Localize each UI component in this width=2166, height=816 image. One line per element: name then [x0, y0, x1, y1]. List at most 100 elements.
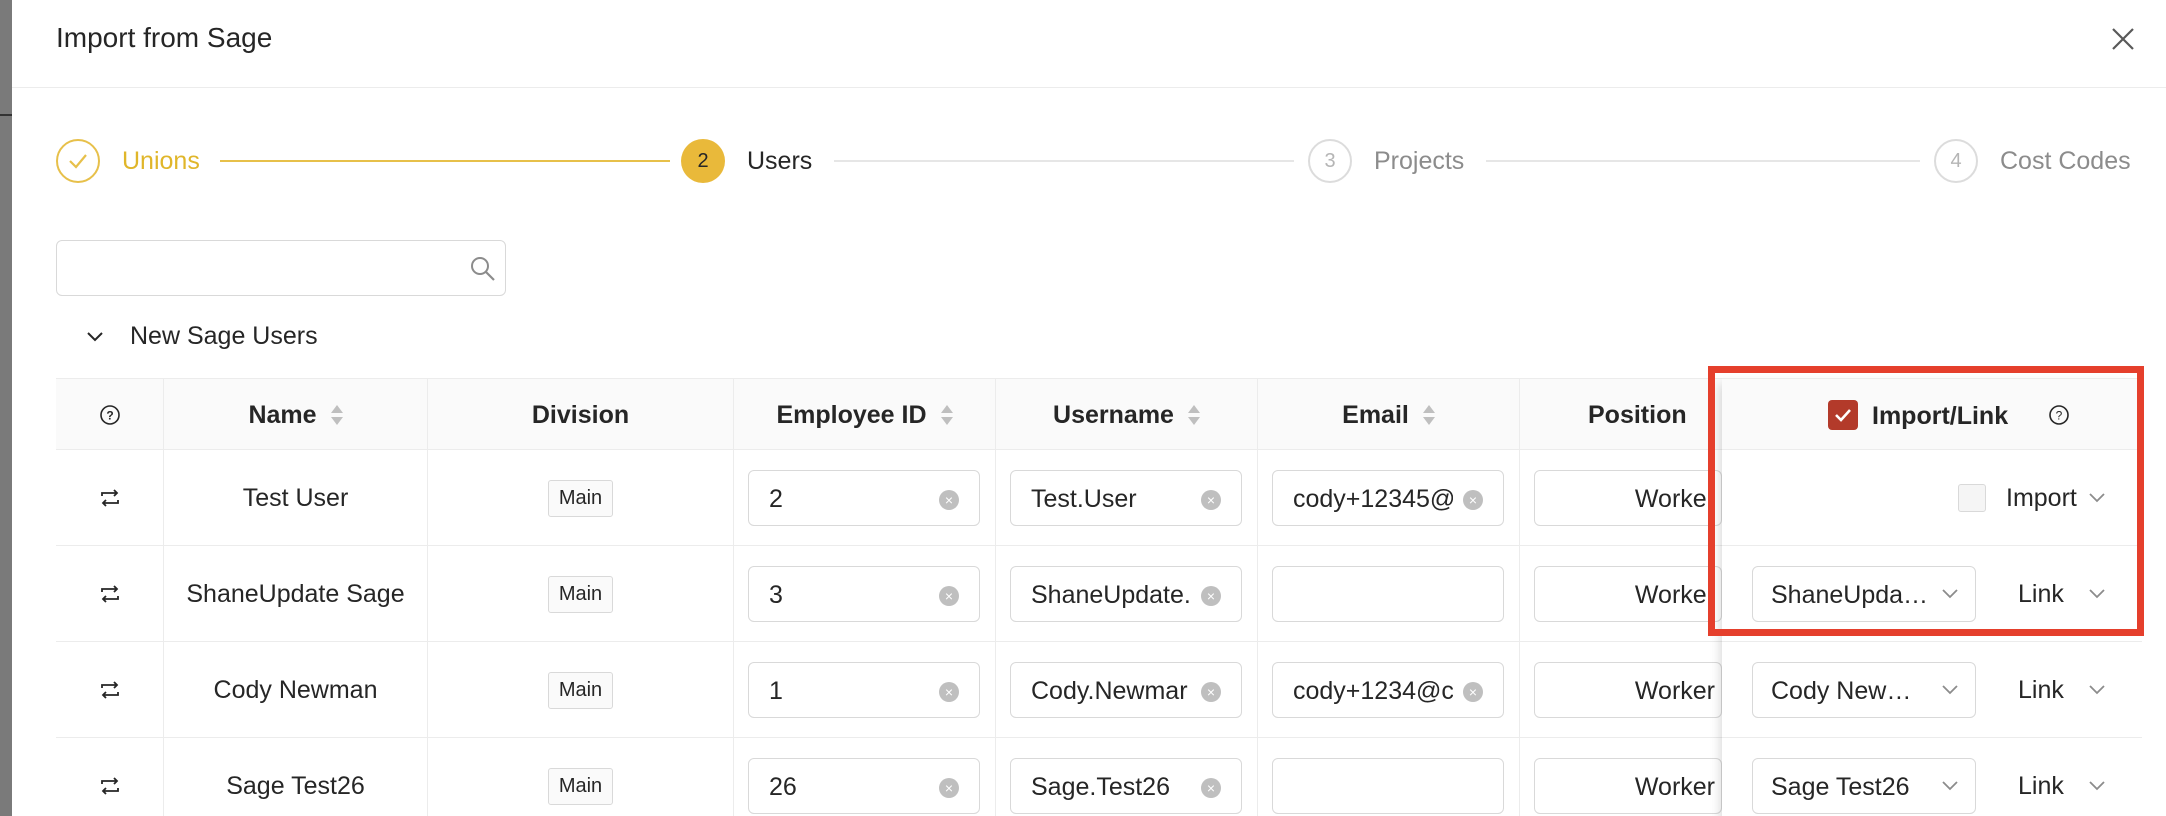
position-cell: Worker: [1520, 546, 1722, 642]
division-tag: Main: [547, 479, 614, 517]
clear-icon[interactable]: ×: [939, 778, 959, 798]
username-input[interactable]: Cody.Newmar ×: [1010, 662, 1242, 718]
input-value: Worker: [1634, 581, 1715, 609]
clear-icon[interactable]: ×: [1201, 490, 1221, 510]
help-circle-icon[interactable]: ?: [2048, 404, 2070, 426]
clear-icon[interactable]: ×: [939, 586, 959, 606]
repeat-icon[interactable]: [56, 642, 164, 738]
position-select[interactable]: Worker: [1534, 758, 1722, 814]
employee-id-input[interactable]: 1 ×: [748, 662, 980, 718]
username-cell: Test.User ×: [996, 450, 1258, 546]
sort-icon[interactable]: [940, 404, 953, 426]
position-select[interactable]: Worker: [1534, 566, 1722, 622]
sort-icon[interactable]: [1187, 404, 1200, 426]
clear-icon[interactable]: ×: [939, 682, 959, 702]
input-value: 3: [769, 581, 783, 609]
close-icon[interactable]: [2108, 24, 2138, 54]
name-cell: ShaneUpdate Sage: [164, 546, 428, 642]
repeat-icon[interactable]: [56, 738, 164, 816]
import-link-cell: ShaneUpda… Link: [1722, 546, 2142, 642]
modal-header: Import from Sage: [12, 0, 2166, 88]
employee-id-input[interactable]: 26 ×: [748, 758, 980, 814]
email-input[interactable]: cody+12345@ ×: [1272, 470, 1504, 526]
input-value: 26: [769, 773, 797, 801]
position-select[interactable]: Worker: [1534, 662, 1722, 718]
import-link-header: Import/Link ?: [1722, 378, 2142, 450]
email-input[interactable]: cody+1234@c ×: [1272, 662, 1504, 718]
repeat-icon[interactable]: [56, 450, 164, 546]
clear-icon[interactable]: ×: [1463, 490, 1483, 510]
svg-text:?: ?: [2056, 409, 2063, 423]
search-icon[interactable]: [469, 255, 497, 283]
username-column-header[interactable]: Username: [996, 379, 1258, 451]
email-column-header[interactable]: Email: [1258, 379, 1520, 451]
name-column-header[interactable]: Name: [164, 379, 428, 451]
step-cost-codes[interactable]: 4 Cost Codes: [1934, 138, 2131, 184]
sort-icon[interactable]: [330, 404, 343, 426]
division-cell: Main: [428, 450, 734, 546]
email-cell: cody+1234@c ×: [1258, 642, 1520, 738]
employee-id-cell: 26 ×: [734, 738, 996, 816]
clear-icon[interactable]: ×: [1463, 682, 1483, 702]
input-value: 1: [769, 677, 783, 705]
division-cell: Main: [428, 642, 734, 738]
chevron-down-icon[interactable]: [2086, 775, 2108, 797]
background-overlay: [0, 0, 12, 816]
search-box: [56, 240, 506, 296]
input-value: Sage.Test26: [1031, 773, 1170, 801]
email-input[interactable]: [1272, 758, 1504, 814]
step-label: Projects: [1374, 146, 1465, 175]
input-value: cody+1234@c: [1293, 677, 1453, 705]
employee-id-input[interactable]: 3 ×: [748, 566, 980, 622]
help-header: ?: [56, 379, 164, 451]
employee-id-input[interactable]: 2 ×: [748, 470, 980, 526]
username-input[interactable]: Test.User ×: [1010, 470, 1242, 526]
import-link-cell: Sage Test26 Link: [1722, 738, 2142, 816]
input-value: 2: [769, 485, 783, 513]
sort-icon[interactable]: [1422, 404, 1435, 426]
mode-select-value[interactable]: Link: [2018, 772, 2064, 801]
division-column-header: Division: [428, 379, 734, 451]
clear-icon[interactable]: ×: [1201, 586, 1221, 606]
chevron-down-icon[interactable]: [2086, 487, 2108, 509]
input-value: Worker: [1634, 485, 1715, 513]
import-link-cell: Import: [1722, 450, 2142, 546]
svg-text:?: ?: [106, 409, 113, 423]
username-input[interactable]: ShaneUpdate. ×: [1010, 566, 1242, 622]
header-label: Division: [531, 400, 630, 429]
employee-id-column-header[interactable]: Employee ID: [734, 379, 996, 451]
clear-icon[interactable]: ×: [1201, 682, 1221, 702]
step-users[interactable]: 2 Users: [681, 138, 812, 184]
repeat-icon[interactable]: [56, 546, 164, 642]
division-tag: Main: [547, 671, 614, 709]
step-projects[interactable]: 3 Projects: [1308, 138, 1464, 184]
select-value: Sage Test26: [1771, 773, 1910, 801]
link-user-select[interactable]: Cody New…: [1752, 662, 1976, 718]
clear-icon[interactable]: ×: [939, 490, 959, 510]
input-value: Test.User: [1031, 485, 1137, 513]
mode-select-value[interactable]: Link: [2018, 580, 2064, 609]
section-new-sage-users[interactable]: New Sage Users: [84, 322, 318, 351]
email-cell: [1258, 546, 1520, 642]
clear-icon[interactable]: ×: [1201, 778, 1221, 798]
email-input[interactable]: [1272, 566, 1504, 622]
search-input[interactable]: [71, 251, 451, 287]
chevron-down-icon[interactable]: [2086, 583, 2108, 605]
header-label: Username: [1053, 400, 1174, 429]
mode-select-value[interactable]: Import: [2006, 484, 2077, 513]
name-cell: Cody Newman: [164, 642, 428, 738]
check-icon: [56, 139, 100, 183]
employee-id-cell: 1 ×: [734, 642, 996, 738]
row-checkbox[interactable]: [1958, 484, 1986, 512]
link-user-select[interactable]: ShaneUpda…: [1752, 566, 1976, 622]
chevron-down-icon[interactable]: [2086, 679, 2108, 701]
division-tag: Main: [547, 767, 614, 805]
select-all-checkbox[interactable]: [1828, 400, 1858, 430]
position-select[interactable]: Worker: [1534, 470, 1722, 526]
mode-select-value[interactable]: Link: [2018, 676, 2064, 705]
help-circle-icon[interactable]: ?: [99, 404, 121, 426]
link-user-select[interactable]: Sage Test26: [1752, 758, 1976, 814]
step-unions[interactable]: Unions: [56, 138, 200, 184]
header-label: Import/Link: [1872, 402, 2009, 430]
username-input[interactable]: Sage.Test26 ×: [1010, 758, 1242, 814]
